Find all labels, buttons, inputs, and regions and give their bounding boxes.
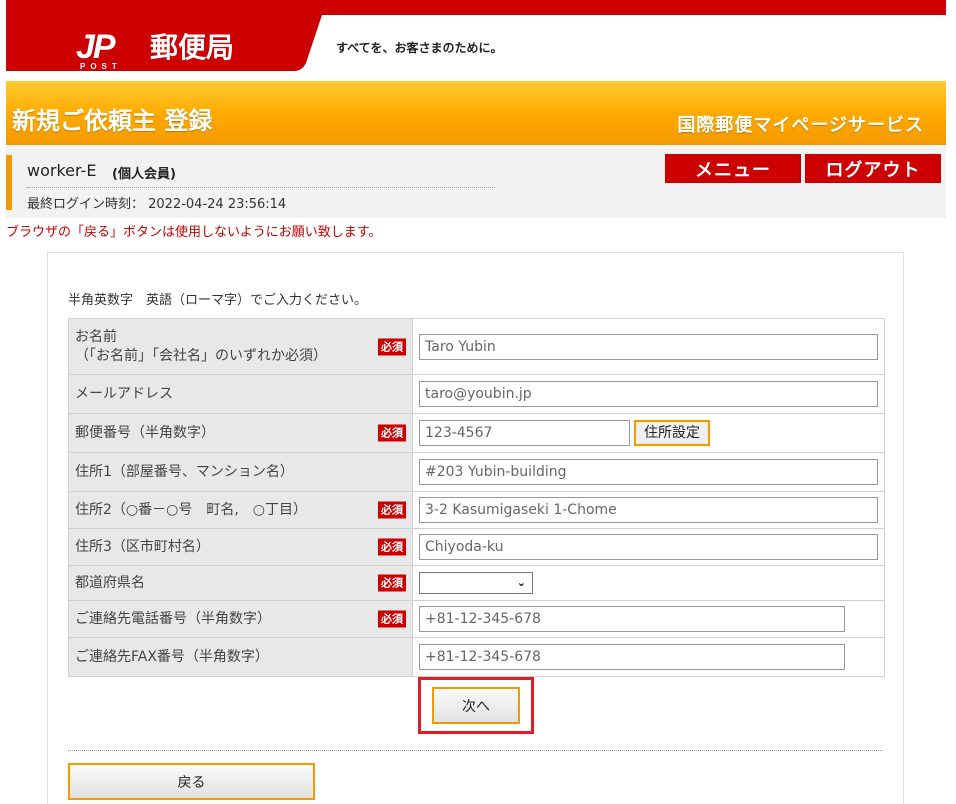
value-cell: 住所設定 <box>412 413 885 453</box>
fax-input[interactable] <box>419 644 845 670</box>
email-input[interactable] <box>419 381 878 407</box>
logout-button[interactable]: ログアウト <box>805 154 941 183</box>
row-fax: ご連絡先FAX番号（半角数字） <box>68 637 885 677</box>
page: JP POST 郵便局 すべてを、お客さまのために。 新規ご依頼主 登録 国際郵… <box>0 0 956 804</box>
address2-label: 住所2（○番－○号 町名, ○丁目） <box>75 501 308 518</box>
last-login: 最終ログイン時刻： 2022-04-24 23:56:14 <box>27 197 287 212</box>
logo-sub: POST <box>80 62 122 71</box>
label-cell: 住所2（○番－○号 町名, ○丁目） 必須 <box>68 491 413 529</box>
label-cell: メールアドレス <box>68 374 413 414</box>
member-type: (個人会員) <box>112 167 176 182</box>
row-address1: 住所1（部屋番号、マンション名） <box>68 452 885 492</box>
top-red-bar <box>6 0 946 15</box>
value-cell <box>412 600 885 638</box>
row-address2: 住所2（○番－○号 町名, ○丁目） 必須 <box>68 491 885 529</box>
sender-form-table: お名前 （「お名前」「会社名」のいずれか必須） 必須 メールアドレス 郵便番号（… <box>68 318 885 677</box>
required-badge: 必須 <box>378 338 406 355</box>
name-label: お名前 <box>75 328 117 345</box>
user-accent-bar <box>6 155 12 210</box>
service-name: 国際郵便マイページサービス <box>677 115 924 136</box>
user-divider <box>27 187 495 188</box>
required-badge: 必須 <box>378 538 406 556</box>
address1-label: 住所1（部屋番号、マンション名） <box>75 463 294 480</box>
label-cell: ご連絡先電話番号（半角数字） 必須 <box>68 600 413 638</box>
address-lookup-button[interactable]: 住所設定 <box>634 420 710 446</box>
tagline: すべてを、お客さまのために。 <box>336 41 503 55</box>
value-cell <box>412 637 885 677</box>
email-label: メールアドレス <box>75 385 173 402</box>
row-email: メールアドレス <box>68 374 885 414</box>
next-button[interactable]: 次へ <box>432 687 520 724</box>
logo-mark: JP <box>76 28 116 66</box>
back-button[interactable]: 戻る <box>68 763 315 800</box>
name-label-note: （「お名前」「会社名」のいずれか必須） <box>75 347 327 364</box>
form-instruction: 半角英数字 英語（ローマ字）でご入力ください。 <box>68 293 368 308</box>
value-cell <box>412 528 885 566</box>
address2-input[interactable] <box>419 497 878 523</box>
japan-post-logo[interactable]: JP POST 郵便局 <box>6 15 322 71</box>
chevron-down-icon: ⌄ <box>516 576 526 589</box>
required-badge: 必須 <box>378 574 406 592</box>
page-title: 新規ご依頼主 登録 <box>12 107 213 135</box>
fax-label: ご連絡先FAX番号（半角数字） <box>75 648 269 665</box>
zip-label: 郵便番号（半角数字） <box>75 424 215 441</box>
username: worker-E <box>27 161 97 180</box>
value-cell <box>412 318 885 375</box>
menu-button[interactable]: メニュー <box>665 154 801 183</box>
row-address3: 住所3（区市町村名） 必須 <box>68 528 885 566</box>
label-cell: 都道府県名 必須 <box>68 565 413 601</box>
label-cell: 住所3（区市町村名） 必須 <box>68 528 413 566</box>
value-cell <box>412 452 885 492</box>
label-cell: ご連絡先FAX番号（半角数字） <box>68 637 413 677</box>
value-cell: ⌄ <box>412 565 885 601</box>
required-badge: 必須 <box>378 501 406 519</box>
bottom-divider <box>68 750 883 751</box>
phone-input[interactable] <box>419 606 845 632</box>
phone-label: ご連絡先電話番号（半角数字） <box>75 610 271 627</box>
name-input[interactable] <box>419 333 878 360</box>
row-name: お名前 （「お名前」「会社名」のいずれか必須） 必須 <box>68 318 885 375</box>
back-button-warning: ブラウザの「戻る」ボタンは使用しないようにお願い致します。 <box>6 225 382 240</box>
address1-input[interactable] <box>419 459 878 485</box>
prefecture-label: 都道府県名 <box>75 574 145 591</box>
label-cell: 住所1（部屋番号、マンション名） <box>68 452 413 492</box>
label-cell: お名前 （「お名前」「会社名」のいずれか必須） 必須 <box>68 318 413 375</box>
prefecture-select[interactable]: ⌄ <box>419 572 533 594</box>
required-badge: 必須 <box>378 424 406 442</box>
label-cell: 郵便番号（半角数字） 必須 <box>68 413 413 453</box>
row-phone: ご連絡先電話番号（半角数字） 必須 <box>68 600 885 638</box>
row-zip: 郵便番号（半角数字） 必須 住所設定 <box>68 413 885 453</box>
address3-label: 住所3（区市町村名） <box>75 538 210 555</box>
required-badge: 必須 <box>378 610 406 628</box>
logo-brand: 郵便局 <box>150 31 235 64</box>
value-cell <box>412 374 885 414</box>
address3-input[interactable] <box>419 534 878 560</box>
zip-input[interactable] <box>419 420 630 446</box>
value-cell <box>412 491 885 529</box>
row-prefecture: 都道府県名 必須 ⌄ <box>68 565 885 601</box>
